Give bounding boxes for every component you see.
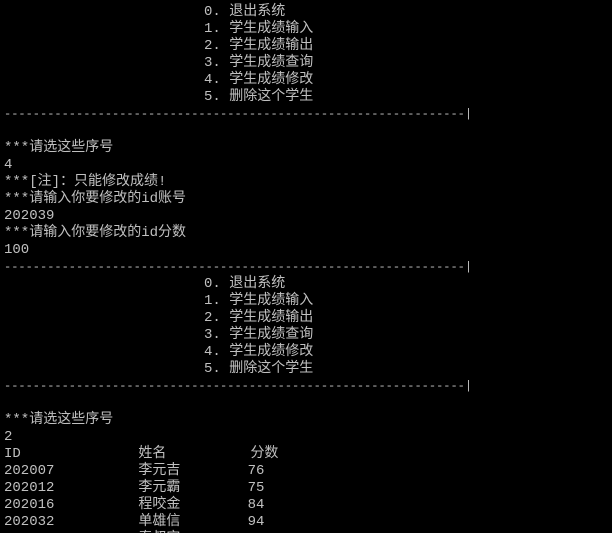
cell-id: 202016 bbox=[4, 497, 138, 513]
user-input-score: 100 bbox=[4, 242, 612, 259]
cell-id: 202032 bbox=[4, 514, 138, 530]
blank-line bbox=[4, 123, 612, 140]
menu-item-3: 3. 学生成绩查询 bbox=[204, 327, 612, 344]
score-table: ID 姓名 分数 202007 李元吉 76 202012 李元霸 75 202… bbox=[4, 446, 612, 533]
user-input-menu-choice-2: 2 bbox=[4, 429, 612, 446]
menu-item-4: 4. 学生成绩修改 bbox=[204, 344, 612, 361]
menu-item-2: 2. 学生成绩输出 bbox=[204, 310, 612, 327]
cell-score: 94 bbox=[248, 514, 265, 530]
user-input-menu-choice-1: 4 bbox=[4, 157, 612, 174]
menu-item-0: 0. 退出系统 bbox=[204, 4, 612, 21]
menu-item-3: 3. 学生成绩查询 bbox=[204, 55, 612, 72]
prompt-select-2: ***请选这些序号 bbox=[4, 412, 612, 429]
prompt-note: ***[注]：只能修改成绩! bbox=[4, 174, 612, 191]
cell-name: 李元霸 bbox=[138, 480, 247, 496]
blank-line bbox=[4, 395, 612, 412]
menu-item-0: 0. 退出系统 bbox=[204, 276, 612, 293]
user-input-id: 202039 bbox=[4, 208, 612, 225]
cell-name: 李元吉 bbox=[138, 463, 247, 479]
table-row: 202007 李元吉 76 bbox=[4, 463, 612, 480]
table-row: 202016 程咬金 84 bbox=[4, 497, 612, 514]
prompt-select-1: ***请选这些序号 bbox=[4, 140, 612, 157]
menu-item-5: 5. 删除这个学生 bbox=[204, 89, 612, 106]
cell-id: 202012 bbox=[4, 480, 138, 496]
separator-line: ----------------------------------------… bbox=[4, 106, 612, 123]
terminal-window: 0. 退出系统 1. 学生成绩输入 2. 学生成绩输出 3. 学生成绩查询 4.… bbox=[0, 0, 612, 533]
separator-line: ----------------------------------------… bbox=[4, 378, 612, 395]
menu-item-5: 5. 删除这个学生 bbox=[204, 361, 612, 378]
table-row: 202032 单雄信 94 bbox=[4, 514, 612, 531]
table-row: 202012 李元霸 75 bbox=[4, 480, 612, 497]
menu-item-2: 2. 学生成绩输出 bbox=[204, 38, 612, 55]
cell-score: 75 bbox=[248, 480, 265, 496]
menu-block-1: 0. 退出系统 1. 学生成绩输入 2. 学生成绩输出 3. 学生成绩查询 4.… bbox=[204, 4, 612, 106]
menu-item-1: 1. 学生成绩输入 bbox=[204, 21, 612, 38]
menu-block-2: 0. 退出系统 1. 学生成绩输入 2. 学生成绩输出 3. 学生成绩查询 4.… bbox=[204, 276, 612, 378]
col-name: 姓名 bbox=[138, 446, 250, 462]
table-header: ID 姓名 分数 bbox=[4, 446, 612, 463]
cell-score: 76 bbox=[248, 463, 265, 479]
col-score: 分数 bbox=[250, 446, 278, 462]
cell-score: 84 bbox=[248, 497, 265, 513]
prompt-ask-id: ***请输入你要修改的id账号 bbox=[4, 191, 612, 208]
menu-item-1: 1. 学生成绩输入 bbox=[204, 293, 612, 310]
cell-name: 单雄信 bbox=[138, 514, 247, 530]
cell-id: 202007 bbox=[4, 463, 138, 479]
menu-item-4: 4. 学生成绩修改 bbox=[204, 72, 612, 89]
separator-line: ----------------------------------------… bbox=[4, 259, 612, 276]
cell-name: 程咬金 bbox=[138, 497, 247, 513]
col-id: ID bbox=[4, 446, 138, 462]
prompt-ask-score: ***请输入你要修改的id分数 bbox=[4, 225, 612, 242]
